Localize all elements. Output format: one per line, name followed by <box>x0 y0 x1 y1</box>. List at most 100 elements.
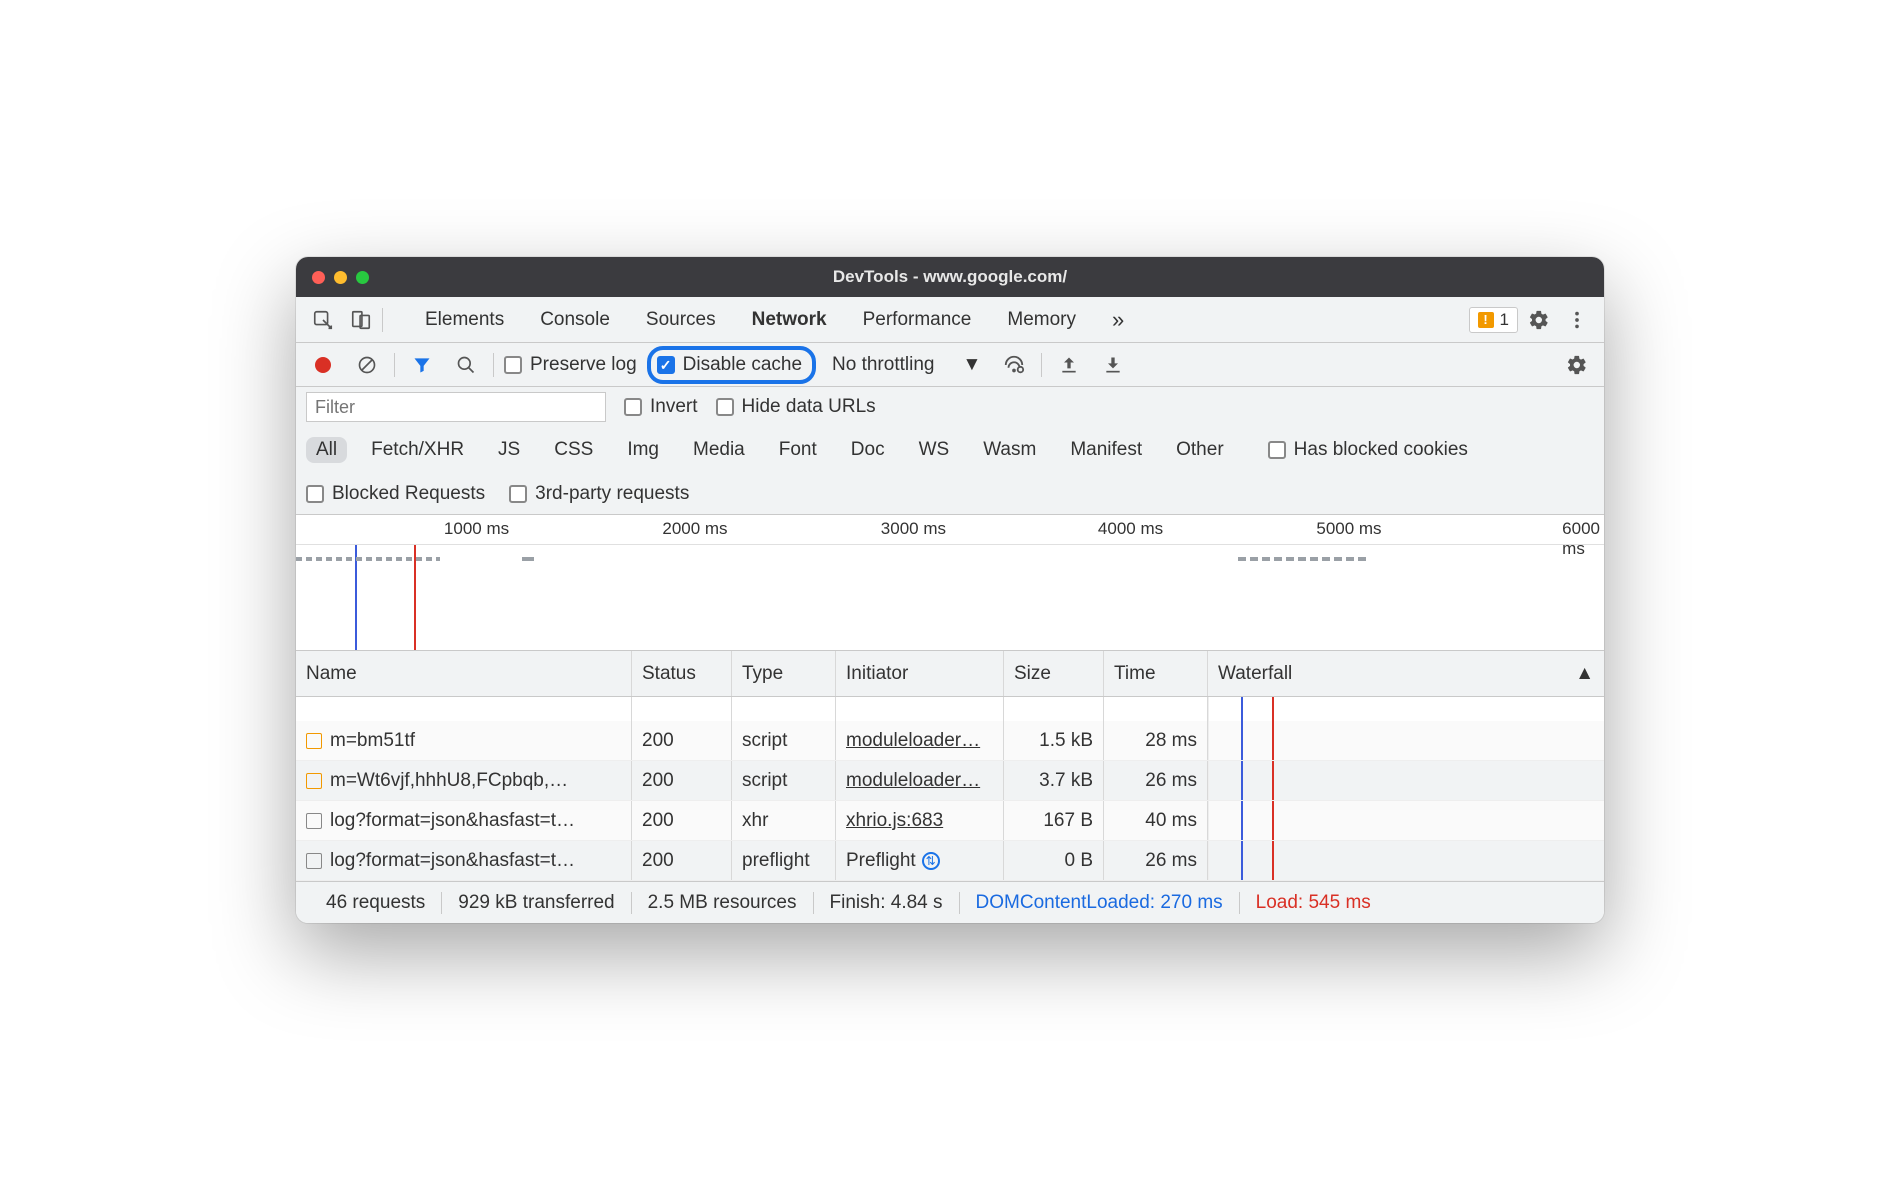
has-blocked-cookies-label: Has blocked cookies <box>1294 439 1468 461</box>
issues-count: 1 <box>1500 310 1509 330</box>
col-type[interactable]: Type <box>732 651 836 696</box>
disable-cache-checkbox[interactable]: Disable cache <box>657 354 802 376</box>
has-blocked-cookies-checkbox[interactable]: Has blocked cookies <box>1268 439 1468 461</box>
table-row[interactable]: m=bm51tf 200 script moduleloader… 1.5 kB… <box>296 721 1604 761</box>
tab-elements[interactable]: Elements <box>407 297 522 343</box>
third-party-label: 3rd-party requests <box>535 483 689 505</box>
disable-cache-label: Disable cache <box>683 354 802 376</box>
third-party-checkbox[interactable]: 3rd-party requests <box>509 483 689 505</box>
type-filter-other[interactable]: Other <box>1166 437 1234 463</box>
clear-button[interactable] <box>350 348 384 382</box>
table-row[interactable]: log?format=json&hasfast=t… 200 xhr xhrio… <box>296 801 1604 841</box>
download-har-icon[interactable] <box>1096 348 1130 382</box>
blocked-requests-label: Blocked Requests <box>332 483 485 505</box>
request-type: xhr <box>732 801 836 840</box>
panel-settings-icon[interactable] <box>1560 348 1594 382</box>
more-tabs-button[interactable]: » <box>1094 297 1142 343</box>
tab-performance[interactable]: Performance <box>845 297 990 343</box>
request-initiator[interactable]: Preflight⇅ <box>846 850 940 872</box>
minimize-window-button[interactable] <box>334 271 347 284</box>
col-waterfall[interactable]: Waterfall ▲ <box>1208 651 1604 696</box>
tab-label: Network <box>752 309 827 331</box>
search-icon[interactable] <box>449 348 483 382</box>
network-conditions-icon[interactable] <box>997 348 1031 382</box>
status-bar: 46 requests 929 kB transferred 2.5 MB re… <box>296 881 1604 923</box>
request-type-filters: All Fetch/XHR JS CSS Img Media Font Doc … <box>296 427 1604 473</box>
tab-label: Console <box>540 309 610 331</box>
request-filters-row2: Blocked Requests 3rd-party requests <box>296 473 1604 515</box>
type-filter-doc[interactable]: Doc <box>841 437 895 463</box>
request-type: preflight <box>732 841 836 880</box>
kebab-menu-icon[interactable] <box>1560 303 1594 337</box>
tab-label: Sources <box>646 309 716 331</box>
timeline-tick: 2000 ms <box>662 519 731 539</box>
request-initiator[interactable]: xhrio.js:683 <box>846 810 943 832</box>
zoom-window-button[interactable] <box>356 271 369 284</box>
table-row[interactable]: m=Wt6vjf,hhhU8,FCpbqb,… 200 script modul… <box>296 761 1604 801</box>
timeline-ruler: 1000 ms 2000 ms 3000 ms 4000 ms 5000 ms … <box>296 515 1604 545</box>
table-body: m=bm51tf 200 script moduleloader… 1.5 kB… <box>296 721 1604 881</box>
request-status: 200 <box>632 841 732 880</box>
request-initiator[interactable]: moduleloader… <box>846 770 980 792</box>
throttling-dropdown[interactable]: No throttling ▼ <box>826 354 987 376</box>
type-filter-wasm[interactable]: Wasm <box>973 437 1046 463</box>
col-size[interactable]: Size <box>1004 651 1104 696</box>
tab-sources[interactable]: Sources <box>628 297 734 343</box>
request-size: 0 B <box>1004 841 1104 880</box>
col-time[interactable]: Time <box>1104 651 1208 696</box>
table-row[interactable]: log?format=json&hasfast=t… 200 preflight… <box>296 841 1604 881</box>
issues-badge[interactable]: ! 1 <box>1469 307 1518 333</box>
record-icon <box>315 357 331 373</box>
settings-icon[interactable] <box>1522 303 1556 337</box>
warning-icon: ! <box>1478 312 1494 328</box>
request-initiator[interactable]: moduleloader… <box>846 730 980 752</box>
checkbox-icon <box>509 485 527 503</box>
col-name[interactable]: Name <box>296 651 632 696</box>
overview-timeline[interactable]: 1000 ms 2000 ms 3000 ms 4000 ms 5000 ms … <box>296 515 1604 651</box>
throttling-label: No throttling <box>832 354 934 376</box>
col-initiator[interactable]: Initiator <box>836 651 1004 696</box>
filter-input[interactable] <box>306 392 606 422</box>
timeline-tick: 5000 ms <box>1316 519 1385 539</box>
type-filter-css[interactable]: CSS <box>544 437 603 463</box>
timeline-body <box>296 545 1604 650</box>
col-status[interactable]: Status <box>632 651 732 696</box>
blocked-requests-checkbox[interactable]: Blocked Requests <box>306 483 485 505</box>
tab-memory[interactable]: Memory <box>989 297 1094 343</box>
invert-label: Invert <box>650 396 698 418</box>
filter-icon[interactable] <box>405 348 439 382</box>
checkbox-icon <box>716 398 734 416</box>
tab-label: Performance <box>863 309 972 331</box>
request-time: 40 ms <box>1104 801 1208 840</box>
timeline-tick: 3000 ms <box>881 519 950 539</box>
checkbox-icon <box>504 356 522 374</box>
panel-tabs: Elements Console Sources Network Perform… <box>407 297 1142 343</box>
request-name: m=bm51tf <box>330 730 415 752</box>
type-filter-fetch-xhr[interactable]: Fetch/XHR <box>361 437 474 463</box>
type-filter-font[interactable]: Font <box>769 437 827 463</box>
type-filter-img[interactable]: Img <box>617 437 669 463</box>
inspect-element-icon[interactable] <box>306 303 340 337</box>
tab-console[interactable]: Console <box>522 297 628 343</box>
type-filter-ws[interactable]: WS <box>909 437 960 463</box>
record-button[interactable] <box>306 348 340 382</box>
hide-data-urls-checkbox[interactable]: Hide data URLs <box>716 396 876 418</box>
status-load: Load: 545 ms <box>1240 892 1387 914</box>
tab-network[interactable]: Network <box>734 297 845 343</box>
devtools-window: DevTools - www.google.com/ Elements Cons… <box>296 257 1604 923</box>
status-resources: 2.5 MB resources <box>632 892 813 914</box>
main-tabbar: Elements Console Sources Network Perform… <box>296 297 1604 343</box>
device-toolbar-icon[interactable] <box>344 303 378 337</box>
type-filter-js[interactable]: JS <box>488 437 530 463</box>
status-transferred: 929 kB transferred <box>442 892 630 914</box>
type-filter-manifest[interactable]: Manifest <box>1060 437 1152 463</box>
activity-marker <box>1238 557 1369 561</box>
invert-checkbox[interactable]: Invert <box>624 396 698 418</box>
preserve-log-checkbox[interactable]: Preserve log <box>504 354 637 376</box>
close-window-button[interactable] <box>312 271 325 284</box>
request-size: 1.5 kB <box>1004 721 1104 760</box>
upload-har-icon[interactable] <box>1052 348 1086 382</box>
type-filter-media[interactable]: Media <box>683 437 755 463</box>
type-filter-all[interactable]: All <box>306 437 347 463</box>
sort-asc-icon: ▲ <box>1575 663 1594 685</box>
